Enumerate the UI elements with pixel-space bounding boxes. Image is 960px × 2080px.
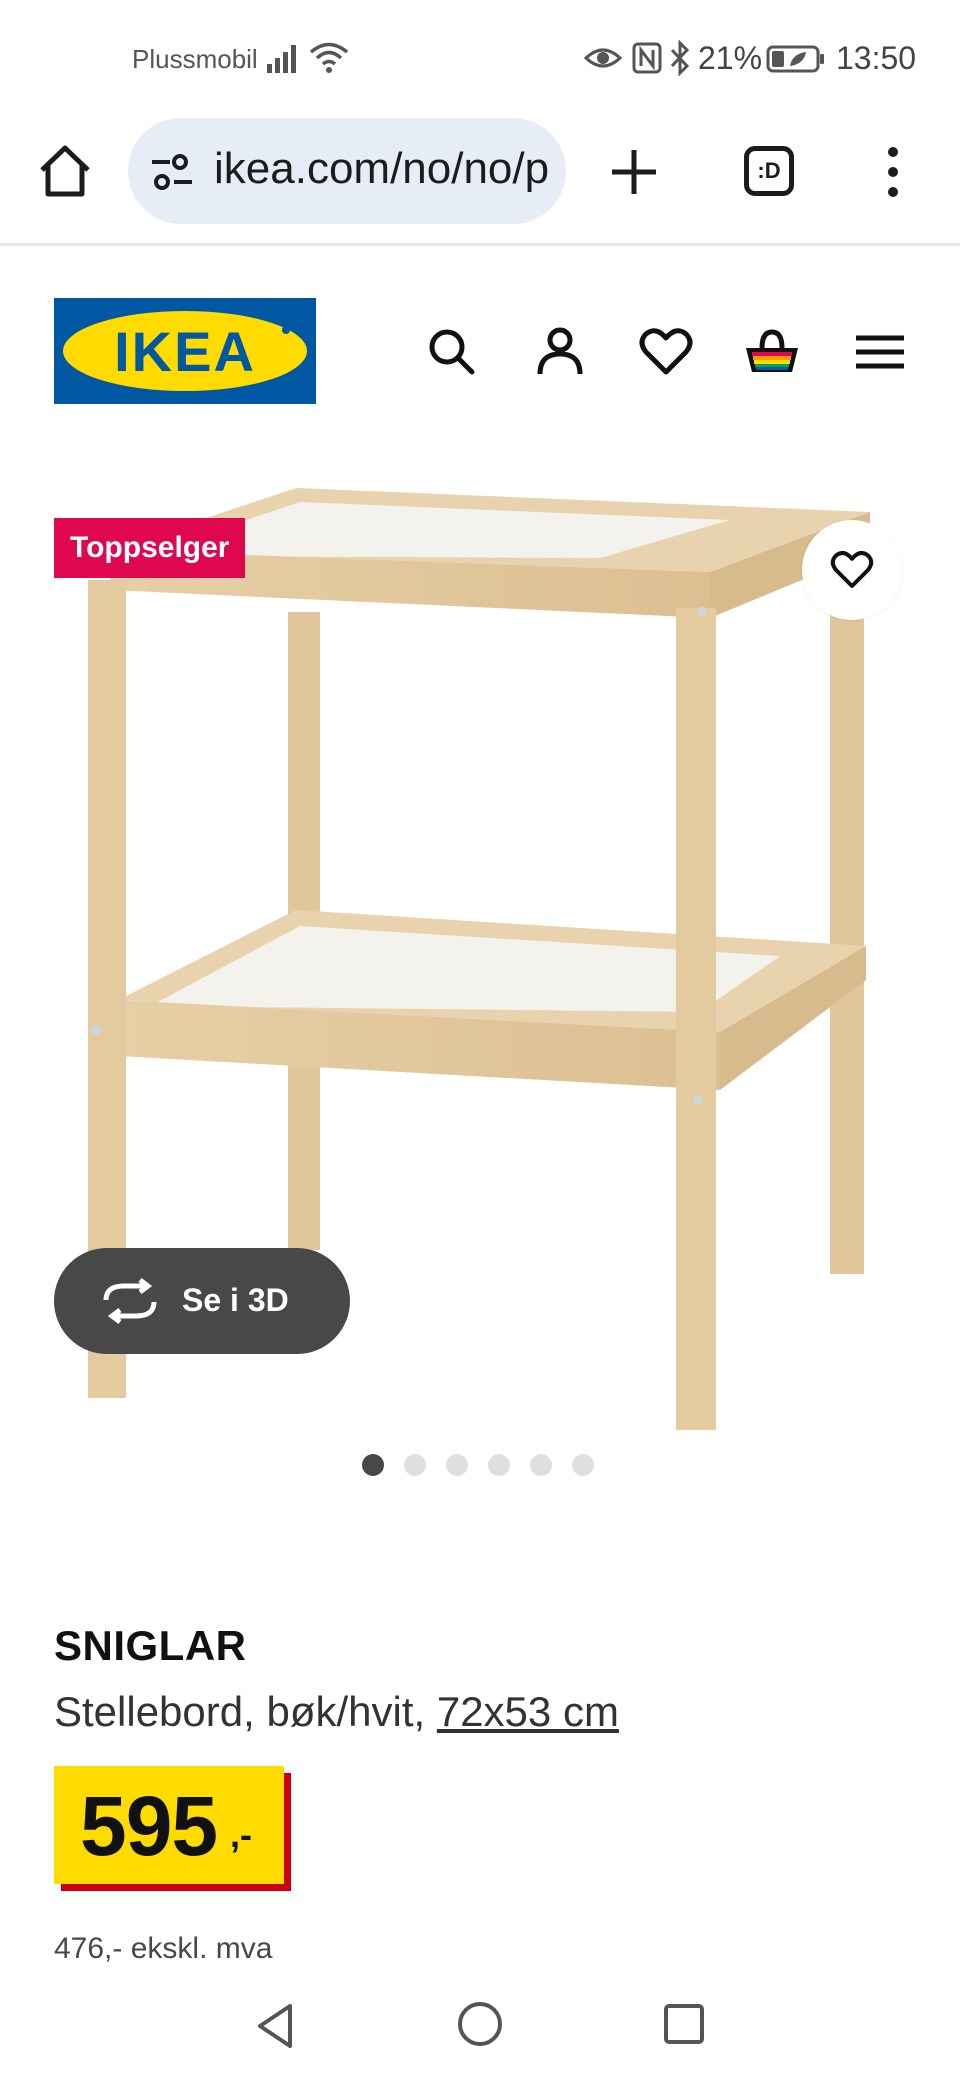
address-bar[interactable]: ikea.com/no/no/p [128,118,566,224]
product-dimensions-link[interactable]: 72x53 cm [437,1688,619,1735]
site-settings-icon[interactable] [150,152,194,192]
browser-toolbar: ikea.com/no/no/p :D [0,118,960,246]
battery-percent: 21% [698,40,763,76]
carousel-dot[interactable] [362,1454,384,1476]
top-seller-badge: Toppselger [54,518,246,578]
battery-icon [766,45,824,73]
wifi-icon [309,42,349,73]
back-icon[interactable] [252,2000,298,2052]
new-tab-plus-icon[interactable] [608,146,660,198]
price-tag: 595 ,- [54,1766,284,1884]
image-carousel-dots [362,1454,594,1476]
bluetooth-icon [670,40,690,76]
heart-icon [830,551,874,588]
carousel-dot[interactable] [572,1454,594,1476]
price-integer: 595 [80,1779,218,1873]
home-icon[interactable] [36,142,94,200]
signal-icon [267,45,296,73]
recents-icon[interactable] [662,2002,706,2046]
nfc-icon [632,42,662,74]
carousel-dot[interactable] [530,1454,552,1476]
favourite-button[interactable] [802,520,902,620]
product-description: Stellebord, bøk/hvit, 72x53 cm [54,1688,619,1736]
product-name: SNIGLAR [54,1622,247,1669]
basket-icon[interactable] [742,322,802,382]
status-bar: Plussmobil 21% 13:50 [0,0,960,118]
product-description-text: Stellebord, bøk/hvit, [54,1688,437,1735]
account-icon[interactable] [530,322,590,382]
carousel-dot[interactable] [404,1454,426,1476]
overflow-menu-icon[interactable] [880,144,906,200]
carrier-name: Plussmobil [132,44,258,74]
search-icon[interactable] [422,322,482,382]
carousel-dot[interactable] [446,1454,468,1476]
ikea-logo[interactable]: IKEA [54,298,316,404]
system-nav-bar [0,1980,960,2080]
see-in-3d-button[interactable]: Se i 3D [54,1248,350,1354]
rotate-3d-icon [103,1278,157,1324]
eye-comfort-icon [584,48,622,68]
url-text: ikea.com/no/no/p [214,144,550,193]
svg-text:IKEA: IKEA [114,320,256,383]
site-header: IKEA [0,248,960,428]
clock: 13:50 [836,40,917,76]
price-suffix: ,- [230,1814,252,1855]
carousel-dot[interactable] [488,1454,510,1476]
heart-icon[interactable] [636,322,696,382]
tabs-icon[interactable]: :D [744,146,794,196]
see-in-3d-label: Se i 3D [182,1282,289,1318]
home-circle-icon[interactable] [456,2000,504,2048]
hamburger-menu-icon[interactable] [850,322,910,382]
price-excl-vat: 476,- ekskl. mva [54,1932,273,1965]
